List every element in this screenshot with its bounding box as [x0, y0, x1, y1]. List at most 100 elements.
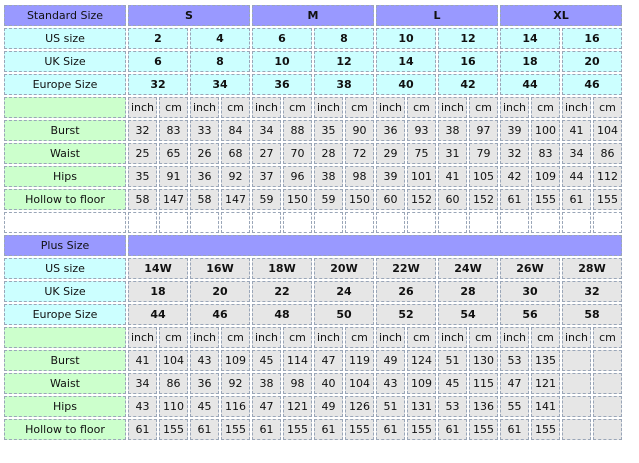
measure-value — [562, 419, 591, 440]
spacer-row — [4, 212, 622, 233]
size-value: 42 — [438, 74, 498, 95]
unit-label: inch — [500, 97, 529, 118]
size-value: 10 — [252, 51, 312, 72]
measure-value: 61 — [128, 419, 157, 440]
measure-value: 38 — [314, 166, 343, 187]
size-value: 28W — [562, 258, 622, 279]
measure-value: 155 — [221, 419, 250, 440]
measure-value: 104 — [345, 373, 374, 394]
measure-value: 33 — [190, 120, 219, 141]
spacer-cell — [407, 212, 436, 233]
unit-label: cm — [345, 327, 374, 348]
plus-size-row: UK Size 18 20 22 24 26 28 30 32 — [4, 281, 622, 302]
size-value: 34 — [190, 74, 250, 95]
measure-value: 35 — [128, 166, 157, 187]
measure-value: 47 — [314, 350, 343, 371]
measure-value: 110 — [159, 396, 188, 417]
measure-value: 31 — [438, 143, 467, 164]
measure-value: 36 — [190, 373, 219, 394]
spacer-cell — [159, 212, 188, 233]
measure-value: 61 — [500, 419, 529, 440]
size-chart-table: Standard Size S M L XL US size 2 4 6 8 10 12 14 16 UK … — [2, 3, 624, 442]
measure-value: 112 — [593, 166, 622, 187]
size-value: 46 — [562, 74, 622, 95]
measure-value: 119 — [345, 350, 374, 371]
row-label: Waist — [4, 143, 126, 164]
measure-value: 100 — [531, 120, 560, 141]
unit-label: cm — [407, 97, 436, 118]
plus-size-title: Plus Size — [4, 235, 126, 256]
measure-value: 152 — [469, 189, 498, 210]
measure-value: 115 — [469, 373, 498, 394]
measure-value: 37 — [252, 166, 281, 187]
measure-value: 65 — [159, 143, 188, 164]
unit-label: inch — [500, 327, 529, 348]
measure-value: 41 — [128, 350, 157, 371]
measure-value: 43 — [190, 350, 219, 371]
standard-size-title: Standard Size — [4, 5, 126, 26]
unit-label: inch — [438, 97, 467, 118]
measure-value: 75 — [407, 143, 436, 164]
measure-value: 61 — [438, 419, 467, 440]
measure-value: 59 — [314, 189, 343, 210]
measure-value: 72 — [345, 143, 374, 164]
spacer-cell — [4, 212, 126, 233]
plus-units-row: inch cm inch cm inch cm inch cm inch cm inch cm inch… — [4, 327, 622, 348]
size-value: 56 — [500, 304, 560, 325]
size-value: 16 — [562, 28, 622, 49]
unit-label: cm — [283, 327, 312, 348]
measure-value: 150 — [283, 189, 312, 210]
measure-value: 45 — [438, 373, 467, 394]
unit-label: inch — [314, 97, 343, 118]
size-value: 46 — [190, 304, 250, 325]
size-value: 16 — [438, 51, 498, 72]
measure-value: 97 — [469, 120, 498, 141]
spacer-cell — [345, 212, 374, 233]
size-value: 20W — [314, 258, 374, 279]
unit-label: inch — [252, 327, 281, 348]
measure-value: 53 — [500, 350, 529, 371]
row-label: Hollow to floor — [4, 189, 126, 210]
unit-label: cm — [593, 97, 622, 118]
plus-header-row: Plus Size — [4, 235, 622, 256]
size-value: 40 — [376, 74, 436, 95]
size-value: 32 — [562, 281, 622, 302]
measure-value: 155 — [159, 419, 188, 440]
measure-value: 68 — [221, 143, 250, 164]
plus-measure-row: Hollow to floor 61 155 61 155 61 155 61 155 61 155… — [4, 419, 622, 440]
measure-value: 130 — [469, 350, 498, 371]
measure-value: 93 — [407, 120, 436, 141]
measure-value: 55 — [500, 396, 529, 417]
measure-value: 38 — [438, 120, 467, 141]
spacer-cell — [500, 212, 529, 233]
measure-value — [562, 373, 591, 394]
size-value: 14W — [128, 258, 188, 279]
measure-value: 61 — [376, 419, 405, 440]
unit-label: inch — [562, 327, 591, 348]
measure-value: 131 — [407, 396, 436, 417]
measure-value: 147 — [221, 189, 250, 210]
unit-label: cm — [407, 327, 436, 348]
measure-value: 61 — [500, 189, 529, 210]
size-value: 14 — [500, 28, 560, 49]
row-label: US size — [4, 258, 126, 279]
measure-value: 44 — [562, 166, 591, 187]
row-label: Hips — [4, 166, 126, 187]
measure-value: 51 — [438, 350, 467, 371]
unit-label: cm — [159, 327, 188, 348]
measure-value: 114 — [283, 350, 312, 371]
standard-size-row: UK Size 6 8 10 12 14 16 18 20 — [4, 51, 622, 72]
measure-value: 26 — [190, 143, 219, 164]
spacer-cell — [190, 212, 219, 233]
size-value: 28 — [438, 281, 498, 302]
size-value: 12 — [314, 51, 374, 72]
measure-value: 49 — [314, 396, 343, 417]
measure-value: 86 — [593, 143, 622, 164]
size-value: 38 — [314, 74, 374, 95]
measure-value: 121 — [283, 396, 312, 417]
measure-value: 43 — [128, 396, 157, 417]
plus-size-row: Europe Size 44 46 48 50 52 54 56 58 — [4, 304, 622, 325]
unit-label: cm — [531, 97, 560, 118]
measure-value: 147 — [159, 189, 188, 210]
measure-value: 41 — [562, 120, 591, 141]
